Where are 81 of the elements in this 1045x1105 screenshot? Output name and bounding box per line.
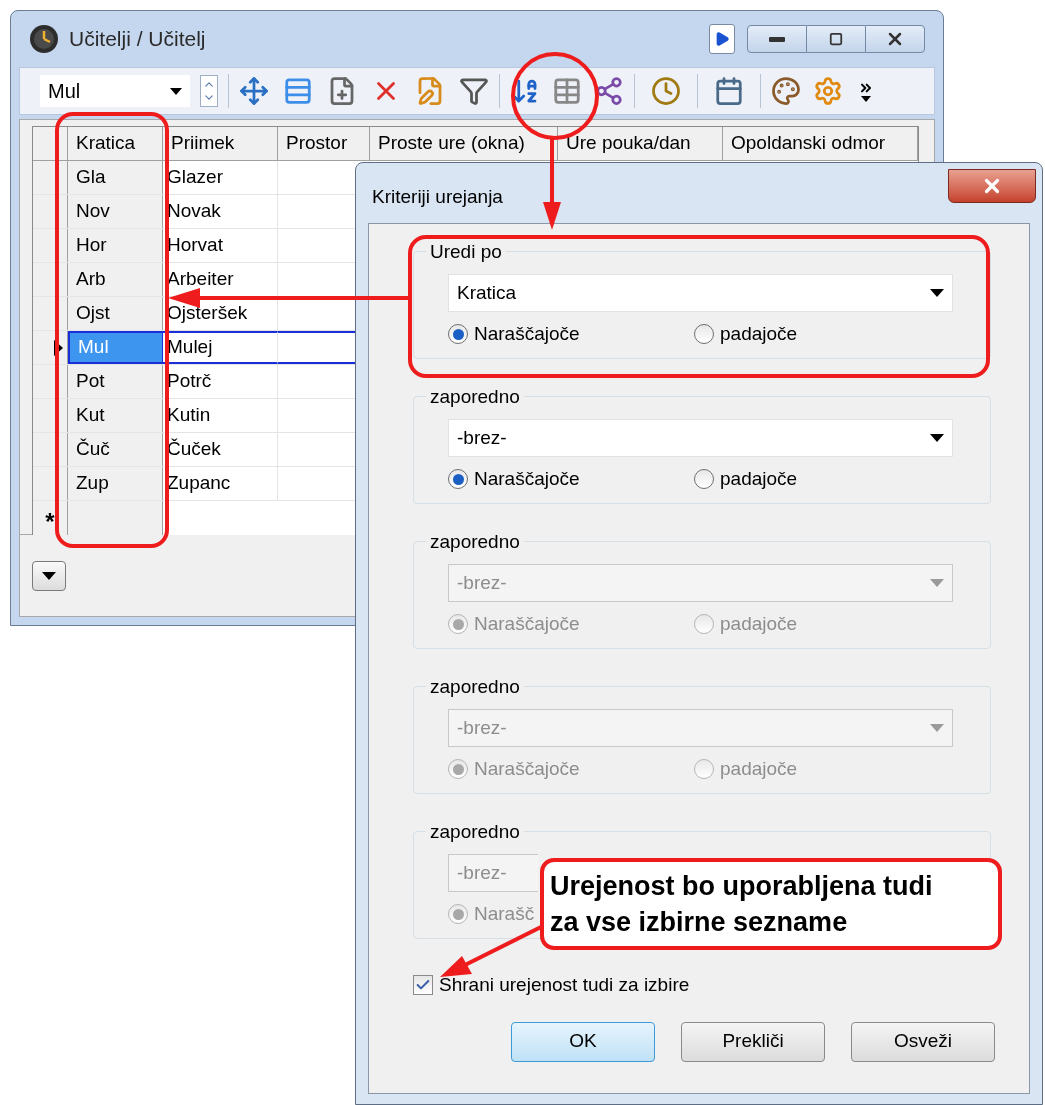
minimize-button[interactable] (747, 25, 807, 53)
play-button[interactable] (709, 24, 735, 54)
caret-icon (930, 289, 944, 297)
combo-box[interactable]: Mul (40, 75, 190, 107)
rows-icon[interactable] (283, 76, 313, 106)
column-header[interactable]: Ure pouka/dan (558, 127, 723, 160)
radio-button[interactable] (448, 324, 468, 345)
new-row-marker: * (45, 510, 55, 534)
table-cell: Horvat (163, 229, 278, 262)
calendar-icon[interactable] (714, 76, 744, 106)
caret-icon (930, 434, 944, 442)
dropdown-value: -brez- (457, 570, 507, 595)
radio-button[interactable] (448, 469, 468, 490)
radio-label: Naraščajoče (474, 467, 580, 491)
palette-icon[interactable] (771, 76, 801, 106)
maximize-button[interactable] (807, 25, 865, 53)
callout-text: Urejenost bo uporabljena tudi za vse izbirne sezname (550, 870, 934, 939)
clock-icon[interactable] (651, 76, 681, 106)
table-cell: Čuček (163, 433, 278, 466)
dropdown-value: -brez- (457, 860, 507, 885)
clock-icon (29, 24, 59, 54)
close-button[interactable] (948, 169, 1036, 203)
caret-icon (930, 579, 944, 587)
table-cell: Arb (68, 263, 163, 296)
radio-label: padajoče (720, 757, 798, 781)
column-header[interactable]: Kratica (68, 127, 163, 160)
table-cell: Nov (68, 195, 163, 228)
table-cell: Pot (68, 365, 163, 398)
dropdown-button[interactable] (32, 560, 66, 591)
column-header[interactable]: Priimek (163, 127, 278, 160)
table-cell: Novak (163, 195, 278, 228)
table-cell: Ojst (68, 297, 163, 330)
play-icon (714, 30, 730, 48)
caret-icon (861, 96, 871, 102)
move-icon[interactable] (239, 76, 269, 106)
settings-icon[interactable] (813, 76, 843, 106)
caret-icon (930, 724, 944, 732)
table-cell: Hor (68, 229, 163, 262)
dialog-button[interactable]: Prekliči (681, 1021, 825, 1062)
dropdown[interactable]: -brez- (448, 419, 953, 457)
radio-label: Naraščajoče (474, 612, 580, 636)
table-cell: Glazer (163, 161, 278, 194)
table-cell: Zupanc (163, 467, 278, 500)
column-header[interactable]: Opoldanski odmor (723, 127, 918, 160)
window-title: Učitelji / Učitelj (69, 26, 206, 53)
table-cell: Zup (68, 467, 163, 500)
radio-label: Narašč (474, 902, 535, 926)
table-cell: Kut (68, 399, 163, 432)
dialog-button[interactable]: Osveži (851, 1021, 995, 1062)
radio-label: padajoče (720, 612, 798, 636)
checkbox-label: Shrani urejenost tudi za izbire (439, 973, 690, 997)
dropdown[interactable]: Kratica (448, 274, 953, 312)
spinner[interactable] (200, 75, 218, 107)
combo-value: Mul (48, 79, 81, 104)
table-cell: Kutin (163, 399, 278, 432)
dropdown-value: -brez- (457, 715, 507, 740)
dialog-button[interactable]: OK (511, 1021, 655, 1062)
minimize-icon (769, 36, 785, 42)
table-cell: Mul (68, 331, 163, 364)
table-cell: Gla (68, 161, 163, 194)
column-header[interactable]: Prostor (278, 127, 370, 160)
table-icon[interactable] (552, 76, 582, 106)
radio-label: Naraščajoče (474, 322, 580, 346)
close-button[interactable] (865, 25, 925, 53)
maximize-icon (828, 32, 844, 46)
dialog-title: Kriteriji urejanja (372, 185, 503, 209)
radio-button[interactable] (694, 324, 714, 345)
radio-button[interactable] (694, 469, 714, 490)
radio-label: padajoče (720, 322, 798, 346)
dropdown-value: -brez- (457, 425, 507, 450)
table-cell: Potrč (163, 365, 278, 398)
radio-label: padajoče (720, 467, 798, 491)
caret-icon (42, 571, 56, 580)
checkbox[interactable] (413, 975, 433, 996)
table-cell: Čuč (68, 433, 163, 466)
caret-icon (170, 87, 182, 95)
filter-icon[interactable] (459, 76, 489, 106)
column-header[interactable]: Proste ure (okna) (370, 127, 558, 160)
dropdown-value: Kratica (457, 280, 517, 305)
radio-label: Naraščajoče (474, 757, 580, 781)
table-cell: Mulej (163, 331, 278, 364)
